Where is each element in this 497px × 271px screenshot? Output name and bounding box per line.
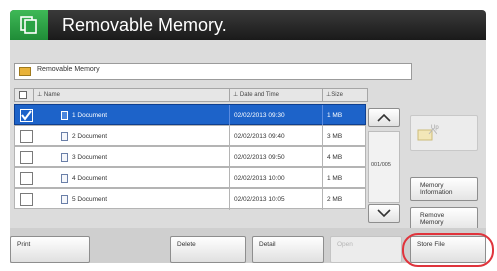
table-header: ⊥ Name ⊥ Date and Time ⊥Size [14, 88, 368, 102]
print-button[interactable]: Print [10, 236, 90, 263]
column-size[interactable]: ⊥Size [322, 89, 367, 101]
up-folder-button[interactable]: Up [410, 115, 478, 151]
page-indicator: 001/005 [368, 131, 400, 203]
file-date: 02/02/2013 09:50 [229, 147, 322, 168]
file-date: 02/02/2013 10:05 [229, 189, 322, 210]
scroll-up-button[interactable] [368, 108, 400, 127]
file-date: 02/02/2013 10:00 [229, 168, 322, 189]
scroll-down-button[interactable] [368, 204, 400, 223]
document-icon [61, 153, 68, 162]
table-row[interactable]: 3 Document 02/02/2013 09:50 4 MB [14, 146, 367, 168]
path-label: Removable Memory [37, 66, 100, 73]
title-bar: Removable Memory. [10, 10, 486, 40]
open-button[interactable]: Open [330, 236, 402, 263]
chevron-up-icon [377, 113, 391, 122]
file-size: 4 MB [322, 147, 367, 168]
file-name: 2 Document [72, 133, 108, 140]
file-size: 3 MB [322, 126, 367, 147]
path-bar: Removable Memory [14, 63, 412, 80]
sort-icon: ⊥ [233, 92, 240, 98]
memory-information-button[interactable]: Memory Information [410, 177, 478, 201]
row-checkbox[interactable] [20, 151, 33, 164]
folder-icon [19, 67, 31, 76]
file-name: 3 Document [72, 154, 108, 161]
page-counter: 001/005 [371, 162, 391, 168]
row-checkbox[interactable] [20, 193, 33, 206]
document-icon [61, 132, 68, 141]
table-row[interactable]: 5 Document 02/02/2013 10:05 2 MB [14, 188, 367, 210]
document-icon [61, 111, 68, 120]
file-size: 2 MB [322, 189, 367, 210]
sort-icon: ⊥ [37, 92, 44, 98]
table-row[interactable]: 4 Document 02/02/2013 10:00 1 MB [14, 167, 367, 189]
file-name: 4 Document [72, 175, 108, 182]
document-icon [61, 195, 68, 204]
up-label: Up [431, 125, 439, 131]
delete-button[interactable]: Delete [170, 236, 246, 263]
row-checkbox[interactable] [20, 172, 33, 185]
table-row[interactable]: 2 Document 02/02/2013 09:40 3 MB [14, 125, 367, 147]
detail-button[interactable]: Detail [252, 236, 324, 263]
column-date[interactable]: ⊥ Date and Time [229, 89, 322, 101]
file-size: 1 MB [322, 105, 367, 126]
column-name[interactable]: ⊥ Name [33, 89, 229, 101]
file-date: 02/02/2013 09:30 [229, 105, 322, 126]
highlight-circle [402, 233, 494, 267]
file-name: 1 Document [72, 112, 108, 119]
row-checkbox[interactable] [20, 109, 33, 122]
file-date: 02/02/2013 09:40 [229, 126, 322, 147]
row-checkbox[interactable] [20, 130, 33, 143]
table-row[interactable]: 1 Document 02/02/2013 09:30 1 MB [14, 104, 367, 126]
home-button[interactable] [10, 10, 48, 40]
document-icon [61, 174, 68, 183]
select-all-checkbox[interactable] [15, 89, 33, 101]
page-title: Removable Memory. [62, 15, 227, 35]
file-name: 5 Document [72, 196, 108, 203]
chevron-down-icon [377, 209, 391, 218]
documents-icon [20, 16, 37, 34]
file-size: 1 MB [322, 168, 367, 189]
check-icon [21, 110, 32, 121]
